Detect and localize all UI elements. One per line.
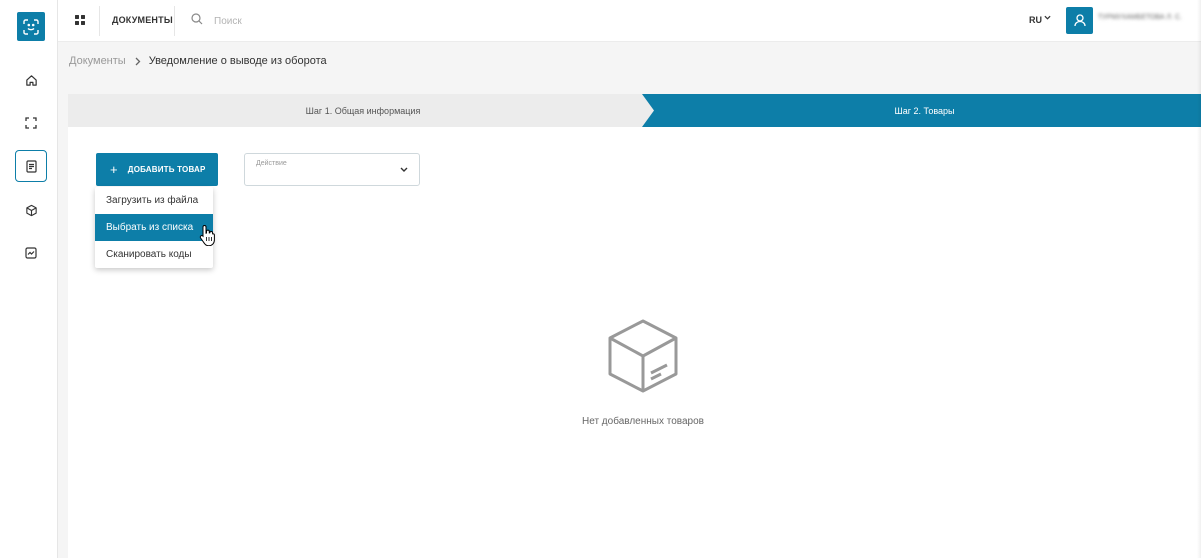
breadcrumb: Документы Уведомление о выводе из оборот…: [69, 55, 327, 67]
header-divider: [99, 6, 100, 36]
step-products[interactable]: Шаг 2. Товары: [648, 94, 1201, 127]
chevron-right-icon: [135, 57, 141, 65]
action-select[interactable]: Действие: [244, 153, 420, 186]
window-edge: [1197, 0, 1201, 558]
add-product-button[interactable]: + ДОБАВИТЬ ТОВАР: [96, 153, 218, 186]
hand-cursor-icon: [199, 224, 215, 246]
grid-icon: [75, 15, 85, 25]
empty-state-text: Нет добавленных товаров: [582, 416, 704, 427]
home-icon: [25, 74, 37, 86]
scan-logo-icon: [23, 18, 39, 35]
user-avatar[interactable]: [1066, 7, 1093, 34]
menu-item-select-from-list[interactable]: Выбрать из списка: [95, 214, 213, 241]
search-icon: [191, 13, 203, 25]
sidebar-item-documents[interactable]: [15, 150, 47, 182]
add-product-label: ДОБАВИТЬ ТОВАР: [127, 165, 206, 174]
action-select-label: Действие: [256, 160, 287, 167]
sidebar-item-reports[interactable]: [15, 237, 47, 269]
cube-icon: [25, 204, 37, 216]
language-selector[interactable]: RU: [1029, 15, 1042, 25]
top-header: ДОКУМЕНТЫ RU ТУРМУХАМБЕТОВА Л. С.: [58, 0, 1201, 42]
plus-icon: +: [110, 162, 118, 177]
header-divider: [174, 6, 175, 36]
step-label: Шаг 2. Товары: [894, 105, 955, 116]
chevron-down-icon: [400, 167, 408, 172]
scan-icon: [25, 117, 37, 129]
section-title: ДОКУМЕНТЫ: [112, 15, 173, 25]
sidebar-item-scan[interactable]: [15, 107, 47, 139]
app-logo[interactable]: [17, 12, 45, 41]
menu-item-scan-codes[interactable]: Сканировать коды: [95, 241, 213, 268]
menu-item-upload-file[interactable]: Загрузить из файла: [95, 187, 213, 214]
sidebar-item-products[interactable]: [15, 194, 47, 226]
add-product-menu: Загрузить из файла Выбрать из списка Ска…: [95, 187, 213, 268]
sidebar: [0, 0, 58, 558]
search-input[interactable]: [214, 11, 414, 31]
report-icon: [25, 247, 37, 259]
user-icon: [1073, 14, 1086, 27]
wizard-steps: Шаг 1. Общая информация Шаг 2. Товары: [68, 94, 1201, 127]
user-name[interactable]: ТУРМУХАМБЕТОВА Л. С.: [1098, 14, 1182, 21]
apps-button[interactable]: [72, 12, 88, 28]
sidebar-item-home[interactable]: [15, 64, 47, 96]
breadcrumb-link-documents[interactable]: Документы: [69, 55, 126, 67]
chevron-down-icon[interactable]: [1044, 14, 1051, 21]
page-title: Уведомление о выводе из оборота: [148, 55, 327, 67]
box-icon: [608, 319, 678, 393]
document-icon: [25, 159, 37, 173]
